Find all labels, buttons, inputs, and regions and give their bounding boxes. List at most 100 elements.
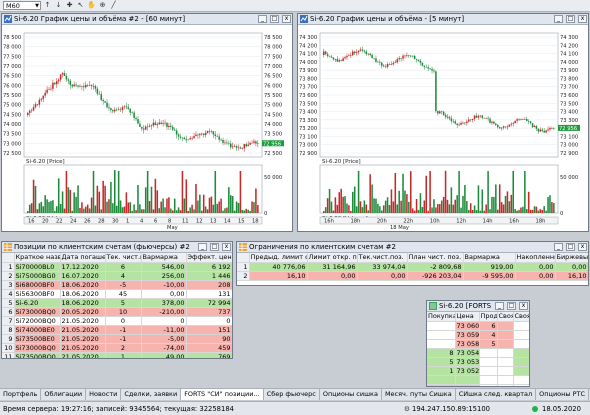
line-icon[interactable]: ╱ [109,1,118,10]
volume-bar [168,197,170,213]
chart1-canvas[interactable]: 78 500 78 500 78 000 78 000 77 500 77 500 77 0… [2,25,292,231]
table-row[interactable]: 6 Si73000BQ0 20.05.2020 10 -210,00 737 [2,307,232,317]
positions-col-header[interactable]: Краткое название [14,253,61,263]
candle-body [125,106,128,108]
orderbook-row[interactable]: 73 059 4 [427,330,529,340]
limits-col-header[interactable]: План чист. поз. [407,253,464,263]
tab-3[interactable]: Сделки, заявки [121,389,182,400]
cursor-icon[interactable]: ↖ [76,1,85,10]
volume-bar [52,200,54,213]
table-row[interactable]: 10 Si73000BQ0 21.05.2020 2 -74,00 459 [2,343,232,353]
candle-body [336,59,339,62]
maximize-button[interactable]: □ [566,15,575,23]
volume-bar [352,191,354,213]
timeframe-combo[interactable]: M60 ▼ [3,1,41,10]
limits-col-header[interactable]: Биржевые сборы [555,253,588,263]
maximize-button[interactable]: □ [210,243,219,251]
tab-6[interactable]: Опционы сишка [320,389,382,400]
maximize-button[interactable]: □ [566,243,575,251]
orderbook-row[interactable]: 73 058 5 [427,339,529,349]
minimize-button[interactable]: _ [495,302,504,310]
orderbook-cell-buy [427,339,456,349]
table-row[interactable]: 2 Si75000BG0 16.07.2020 4 256,00 1 446 [2,271,232,281]
maximize-button[interactable]: □ [270,15,279,23]
close-button[interactable]: x [578,243,587,251]
positions-col-header[interactable]: Дата погашения [60,253,106,263]
limits-col-header[interactable]: Предыд. лимит откр.поз. [249,253,308,263]
tab-7[interactable]: Месяч. путы Сишка [382,389,456,400]
orderbook-col-header[interactable]: Продажа [479,312,498,322]
orderbook-col-header[interactable]: Своя продажа [513,312,529,322]
candle-body [193,136,195,139]
table-row[interactable]: 4 Si56300BF0 18.06.2020 45 0,00 131 [2,289,232,299]
orderbook-row[interactable]: 1 73 052 [427,366,529,376]
minimize-button[interactable]: _ [198,243,207,251]
cross-icon[interactable]: ✚ [65,1,74,10]
orderbook-cell-empty [479,384,498,386]
limits-col-header[interactable]: Вармаржа [463,253,516,263]
tab-0[interactable]: Портфель [0,389,42,400]
volume-bar [497,209,499,213]
orderbook-row[interactable]: 5 73 053 [427,357,529,367]
arrow-up-icon[interactable]: ↑ [43,1,52,10]
close-button[interactable]: x [282,15,291,23]
candle-body [379,61,381,63]
table-row[interactable]: 2 16,10 0,00 0,00 -926 203,04 -9 595,00 0,00 16… [237,271,588,281]
minimize-button[interactable]: _ [554,15,563,23]
candle-body [141,126,143,129]
table-row[interactable]: 11 Si73500BQ0 21.05.2020 1 49,00 769 [2,352,232,358]
candle-body [162,123,164,125]
tab-1[interactable]: Облигации [41,389,87,400]
table-row[interactable]: 1 Si70000BL0 17.12.2020 6 546,00 6 192 [2,262,232,272]
table-row[interactable]: 5 Si-6.20 18.06.2020 5 378,00 72 994 [2,298,232,308]
chart2-canvas[interactable]: 74 300 74 300 74 200 74 200 74 100 74 100 74 0… [298,25,588,231]
volume-bar [408,201,410,213]
positions-col-header[interactable]: Тек. чист.поз. [105,253,142,263]
maximize-button[interactable]: □ [507,302,516,310]
minimize-button[interactable]: _ [258,15,267,23]
positions-col-header[interactable]: Эффект. цена [186,253,232,263]
orderbook-row[interactable]: 73 060 6 [427,321,529,331]
close-button[interactable]: x [578,15,587,23]
orderbook-col-header[interactable]: Своя покупка [497,312,514,322]
orderbook-col-header[interactable]: Покупка [427,312,456,322]
position-cell-var: -210,00 [141,307,187,317]
arrow-down-icon[interactable]: ↓ [54,1,63,10]
limits-col-header[interactable]: Тек.чист.поз. [357,253,408,263]
orderbook-col-header[interactable]: Цена [455,312,480,322]
price-tick-label: 77 500 [264,54,282,60]
hand-icon[interactable]: ✋ [87,1,96,10]
positions-title: Позиции по клиентским счетам (фьючерсы) … [14,243,190,251]
volume-bar [115,205,118,213]
candle-body [164,122,166,124]
positions-col-header[interactable] [2,253,15,263]
candle-body [42,95,45,99]
limits-col-header[interactable]: Накопленный доход [515,253,556,263]
close-button[interactable]: x [519,302,528,310]
tab-9[interactable]: Опционы РТС [536,389,590,400]
orderbook-row[interactable]: 8 73 054 [427,348,529,358]
orderbook-row[interactable] [427,375,529,385]
table-row[interactable]: 3 Si68000BF0 18.06.2020 -5 -10,00 208 [2,280,232,290]
candle-body [408,55,410,56]
tab-5[interactable]: Сбер фьючерс [264,389,320,400]
tab-8[interactable]: СИшка след. квартал [456,389,537,400]
minimize-button[interactable]: _ [554,243,563,251]
candle-body [498,127,501,129]
close-button[interactable]: x [222,243,231,251]
limits-col-header[interactable] [237,253,250,263]
table-row[interactable]: 9 Si73500BE0 21.05.2020 -1 -5,00 90 [2,334,232,344]
orderbook-row[interactable] [427,384,529,386]
table-row[interactable]: 8 Si74000BE0 21.05.2020 -1 -11,00 151 [2,325,232,335]
zoom-icon[interactable]: ⊕ [98,1,107,10]
tab-2[interactable]: Новости [86,389,122,400]
tab-4[interactable]: FORTS "СИ" позиции... [181,389,264,400]
limits-col-header[interactable]: Лимит откр. поз. [307,253,358,263]
positions-col-header[interactable]: Вармаржа [141,253,187,263]
table-row[interactable]: 7 Si72000BQ0 21.05.2020 0 0 0 [2,316,232,326]
candle-body [119,109,122,111]
limit-cell-f: 0,00 [515,271,556,281]
orderbook-cell-sell [479,357,498,367]
table-row[interactable]: 1 40 776,06 31 164,96 33 974,04 -2 809,68 919… [237,262,588,272]
volume-bar [529,209,532,213]
